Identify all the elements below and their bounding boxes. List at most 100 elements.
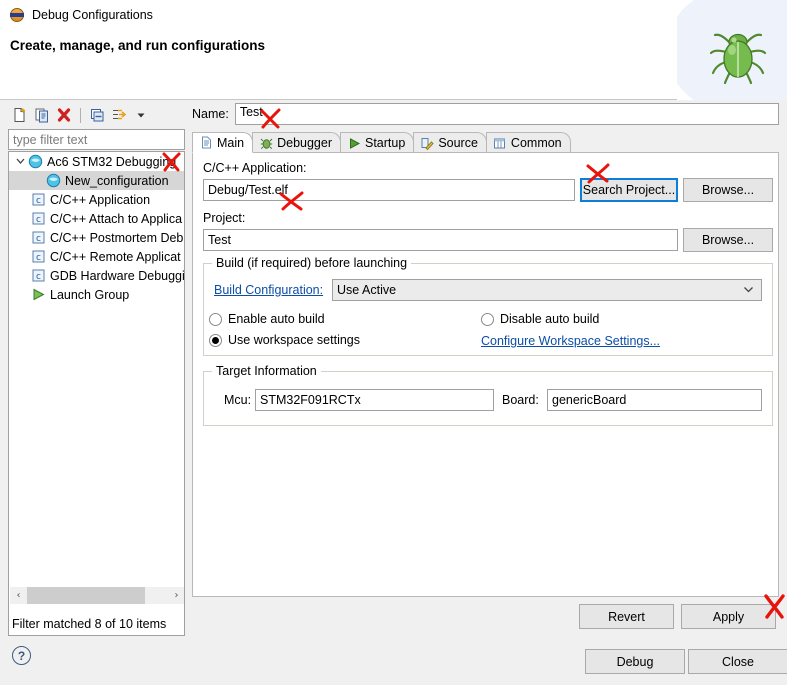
green-bug-icon (709, 33, 767, 85)
radio-label: Disable auto build (500, 312, 600, 326)
page-title: Create, manage, and run configurations (10, 38, 266, 53)
c-app-icon: c (30, 192, 46, 208)
build-configuration-value: Use Active (337, 283, 397, 297)
svg-text:c: c (36, 196, 41, 206)
radio-use-workspace-settings[interactable]: Use workspace settings (209, 333, 360, 347)
scrollbar-track[interactable] (27, 587, 168, 604)
expand-collapse-arrow[interactable] (13, 156, 27, 168)
stm32-debug-icon (45, 173, 61, 189)
build-group: Build (if required) before launching Bui… (203, 256, 773, 356)
duplicate-configuration-icon[interactable] (32, 105, 52, 125)
project-input[interactable]: Test (203, 229, 678, 251)
apply-button[interactable]: Apply (681, 604, 776, 629)
configurations-tree[interactable]: Ac6 STM32 Debugging New_configuration c (8, 151, 185, 636)
search-project-button[interactable]: Search Project... (580, 178, 678, 202)
launch-group-icon (30, 287, 46, 303)
dialog-body: type filter text Ac6 STM32 Debugging New… (0, 101, 787, 685)
scroll-right-arrow[interactable]: › (168, 590, 184, 601)
tree-horizontal-scrollbar[interactable]: ‹ › (10, 587, 184, 604)
chevron-down-icon[interactable] (131, 105, 151, 125)
editor-tab-bar: Main Debugger Startup Source Common (192, 131, 571, 153)
tab-label: Startup (365, 136, 406, 150)
radio-indicator (209, 312, 222, 326)
delete-configuration-icon[interactable] (54, 105, 74, 125)
c-app-icon: c (30, 268, 46, 284)
header-banner (677, 0, 787, 100)
svg-text:c: c (36, 253, 41, 263)
filter-launch-configurations-icon[interactable] (109, 105, 129, 125)
name-input[interactable]: Test (234, 103, 779, 125)
target-group-title: Target Information (212, 364, 321, 378)
debug-button[interactable]: Debug (585, 649, 685, 674)
board-label: Board: (502, 393, 539, 407)
svg-text:c: c (36, 272, 41, 282)
configurations-toolbar (8, 103, 185, 127)
bug-icon (259, 136, 273, 150)
tree-item-launch-group[interactable]: Launch Group (9, 285, 184, 304)
help-icon[interactable]: ? (12, 646, 31, 665)
application-input[interactable]: Debug/Test.elf (203, 179, 575, 201)
radio-label: Enable auto build (228, 312, 325, 326)
dialog-header: Create, manage, and run configurations (0, 0, 787, 100)
close-button[interactable]: Close (688, 649, 787, 674)
c-app-icon: c (30, 249, 46, 265)
radio-indicator (481, 312, 494, 326)
tree-item-label: C/C++ Attach to Applica (50, 211, 183, 226)
tree-item-gdb-hardware-debugging[interactable]: c GDB Hardware Debuggin (9, 266, 184, 285)
scrollbar-thumb[interactable] (27, 587, 145, 604)
filter-input[interactable]: type filter text (8, 129, 185, 150)
configure-workspace-settings-link[interactable]: Configure Workspace Settings... (481, 334, 660, 348)
target-information-group: Target Information Mcu: STM32F091RCTx Bo… (203, 364, 773, 426)
configurations-panel: type filter text Ac6 STM32 Debugging New… (8, 103, 185, 636)
tab-main[interactable]: Main (192, 132, 254, 153)
table-icon (493, 136, 507, 150)
tree-item-label: Launch Group (50, 287, 130, 302)
board-input[interactable]: genericBoard (547, 389, 762, 411)
tree-item-cpp-postmortem-debugger[interactable]: c C/C++ Postmortem Deb (9, 228, 184, 247)
configuration-editor-panel: Name: Test Main Debugger Startup Source … (192, 103, 779, 635)
name-row: Name: Test (192, 103, 779, 125)
new-launch-configuration-icon[interactable] (10, 105, 30, 125)
tree-item-ac6-stm32-debugging[interactable]: Ac6 STM32 Debugging (9, 152, 184, 171)
dialog-footer: ? Debug Close (0, 638, 787, 685)
tree-item-label: C/C++ Postmortem Deb (50, 230, 184, 245)
tab-label: Debugger (277, 136, 332, 150)
svg-text:c: c (36, 234, 41, 244)
radio-enable-auto-build[interactable]: Enable auto build (209, 312, 325, 326)
c-app-icon: c (30, 211, 46, 227)
tree-item-new-configuration[interactable]: New_configuration (9, 171, 184, 190)
build-configuration-link[interactable]: Build Configuration: (214, 283, 323, 297)
project-label: Project: (203, 211, 246, 225)
tab-source[interactable]: Source (413, 132, 487, 153)
tree-item-cpp-remote-application[interactable]: c C/C++ Remote Applicat (9, 247, 184, 266)
tree-item-label: C/C++ Remote Applicat (50, 249, 181, 264)
tab-debugger[interactable]: Debugger (252, 132, 341, 153)
mcu-input[interactable]: STM32F091RCTx (255, 389, 494, 411)
project-browse-button[interactable]: Browse... (683, 228, 773, 252)
collapse-all-icon[interactable] (87, 105, 107, 125)
revert-button[interactable]: Revert (579, 604, 674, 629)
application-label: C/C++ Application: (203, 161, 307, 175)
filter-status-text: Filter matched 8 of 10 items (12, 617, 167, 631)
mcu-label: Mcu: (224, 393, 252, 407)
radio-disable-auto-build[interactable]: Disable auto build (481, 312, 599, 326)
window-title-bar: Debug Configurations ✕ (0, 0, 787, 30)
application-browse-button[interactable]: Browse... (683, 178, 773, 202)
c-app-icon: c (30, 230, 46, 246)
stm32-debug-icon (27, 154, 43, 170)
chevron-down-icon (743, 284, 754, 298)
build-configuration-combo[interactable]: Use Active (332, 279, 762, 301)
tab-startup[interactable]: Startup (340, 132, 415, 153)
build-group-title: Build (if required) before launching (212, 256, 412, 270)
tree-item-cpp-attach-to-application[interactable]: c C/C++ Attach to Applica (9, 209, 184, 228)
name-label: Name: (192, 107, 229, 121)
scroll-left-arrow[interactable]: ‹ (10, 590, 27, 601)
tree-item-cpp-application[interactable]: c C/C++ Application (9, 190, 184, 209)
radio-indicator (209, 333, 222, 347)
document-icon (199, 136, 213, 150)
tab-label: Common (510, 136, 562, 150)
tree-item-label: GDB Hardware Debuggin (50, 268, 185, 283)
run-arrow-icon (347, 136, 361, 150)
radio-label: Use workspace settings (228, 333, 361, 347)
tab-common[interactable]: Common (485, 132, 571, 153)
